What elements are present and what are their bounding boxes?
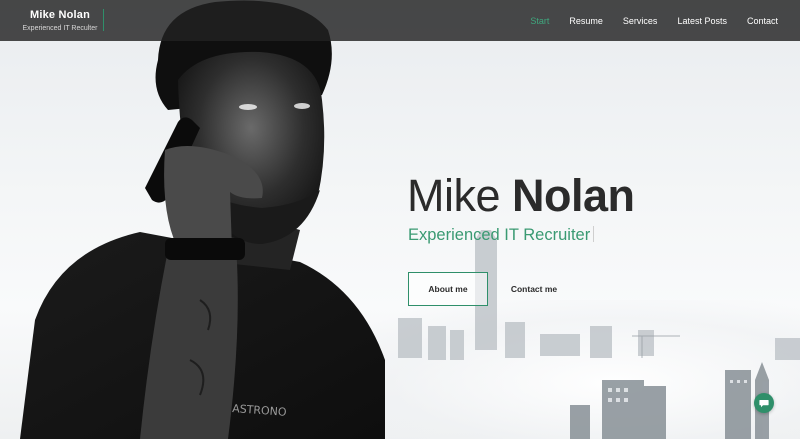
hero-title: Mike Nolan xyxy=(407,170,635,222)
nav-item-start[interactable]: Start xyxy=(530,16,549,26)
profile-photo: ASTRONO xyxy=(20,0,385,439)
brand-divider xyxy=(103,9,104,31)
typing-cursor xyxy=(593,226,595,242)
chat-button[interactable] xyxy=(754,393,774,413)
brand-name[interactable]: Mike Nolan xyxy=(16,8,104,22)
nav-item-contact[interactable]: Contact xyxy=(747,16,778,26)
contact-me-button[interactable]: Contact me xyxy=(502,272,566,306)
hero-last-name: Nolan xyxy=(512,170,635,221)
nav-item-latest-posts[interactable]: Latest Posts xyxy=(677,16,727,26)
city-skyline-image xyxy=(398,230,800,439)
hero-tagline: Experienced IT Recruiter xyxy=(408,226,595,245)
hero-section: ASTRONO xyxy=(0,0,800,439)
chat-bubble-icon xyxy=(759,399,769,407)
about-me-button[interactable]: About me xyxy=(408,272,488,306)
nav-item-services[interactable]: Services xyxy=(623,16,658,26)
brand-logo[interactable]: Mike Nolan Experienced IT Reculter xyxy=(16,8,104,34)
nav-item-resume[interactable]: Resume xyxy=(569,16,603,26)
main-nav: Start Resume Services Latest Posts Conta… xyxy=(530,0,778,41)
top-navbar: Mike Nolan Experienced IT Reculter Start… xyxy=(0,0,800,41)
brand-subtitle: Experienced IT Reculter xyxy=(22,25,98,32)
hero-first-name: Mike xyxy=(407,170,501,221)
hero-tagline-text: Experienced IT Recruiter xyxy=(408,226,591,244)
